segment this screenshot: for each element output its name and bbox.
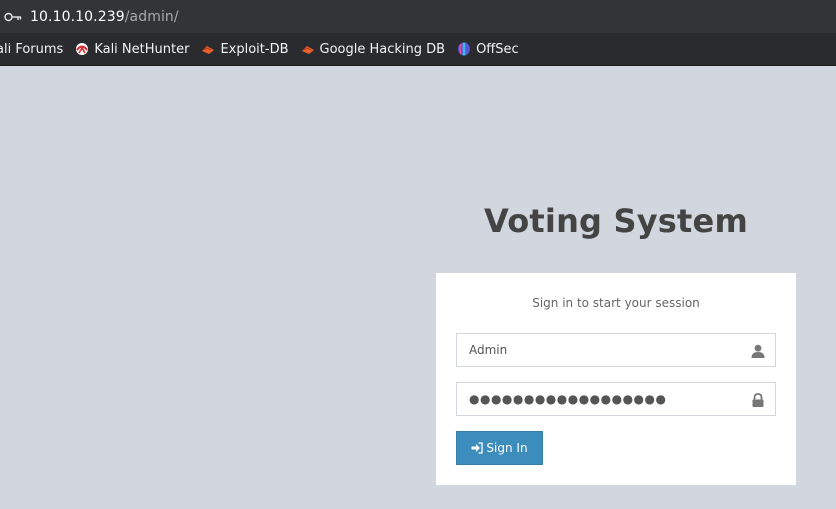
- bookmark-kali-nethunter[interactable]: Kali NetHunter: [75, 42, 189, 57]
- bookmark-kali-forums[interactable]: ali Forums: [0, 42, 63, 57]
- login-box-message: Sign in to start your session: [532, 296, 700, 310]
- password-field-group: [456, 382, 776, 416]
- username-input[interactable]: [457, 334, 739, 366]
- login-page: Voting System Sign in to start your sess…: [0, 66, 836, 509]
- key-icon[interactable]: [4, 12, 22, 22]
- username-field-group: [456, 333, 776, 367]
- url-text[interactable]: 10.10.10.239/admin/: [30, 9, 179, 25]
- bookmark-label: Exploit-DB: [220, 41, 289, 57]
- page-title: Voting System: [484, 202, 748, 240]
- user-icon: [751, 343, 765, 358]
- bookmarks-toolbar: ali Forums Kali NetHunter Exploit-DB Goo…: [0, 33, 836, 66]
- bookmark-label: Google Hacking DB: [319, 41, 446, 57]
- sign-in-icon: [471, 442, 484, 454]
- bookmark-label: Kali NetHunter: [94, 41, 190, 57]
- login-box: Sign in to start your session Admin ●●●●…: [436, 273, 796, 485]
- offsec-icon: [457, 42, 471, 56]
- bookmark-google-hacking-db[interactable]: Google Hacking DB: [301, 41, 446, 57]
- lock-icon: [751, 392, 765, 407]
- bookmark-label: OffSec: [476, 41, 519, 57]
- bookmark-label: ali Forums: [0, 41, 64, 57]
- sign-in-label: Sign In: [486, 441, 528, 455]
- url-host: 10.10.10.239: [30, 8, 125, 25]
- bookmark-offsec[interactable]: OffSec: [457, 42, 519, 57]
- bookmark-exploit-db[interactable]: Exploit-DB: [201, 41, 289, 57]
- url-path: /admin/: [124, 8, 179, 25]
- sign-in-button[interactable]: Sign In: [456, 431, 543, 465]
- password-input[interactable]: [457, 383, 739, 415]
- browser-url-bar[interactable]: 10.10.10.239/admin/: [0, 0, 836, 33]
- ghdb-icon: [301, 42, 315, 56]
- nethunter-icon: [75, 42, 89, 56]
- exploit-db-icon: [201, 42, 215, 56]
